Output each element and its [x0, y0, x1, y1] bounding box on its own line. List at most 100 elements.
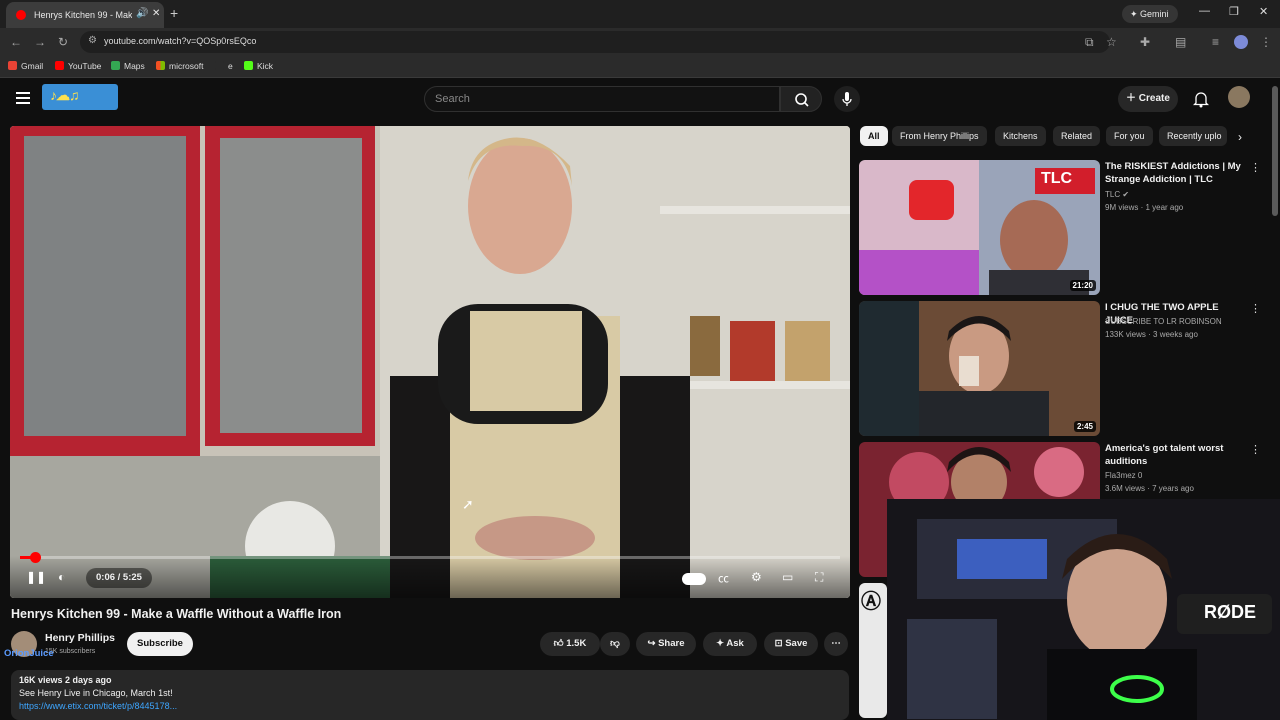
- autoplay-toggle[interactable]: [682, 573, 706, 585]
- bookmark-youtube[interactable]: YouTube: [55, 61, 101, 71]
- related-channel[interactable]: TLC ✔: [1105, 190, 1129, 199]
- create-button[interactable]: ＋ Create: [1118, 86, 1178, 112]
- related-thumbnail[interactable]: TLC 21:20: [859, 160, 1100, 295]
- ask-button[interactable]: ✦ Ask: [703, 632, 757, 656]
- profile-avatar[interactable]: [1234, 35, 1248, 49]
- notifications-bell-icon[interactable]: [1193, 90, 1209, 108]
- mouse-cursor-icon: ➚: [462, 496, 474, 512]
- chip-recently-uploaded[interactable]: Recently uplo: [1159, 126, 1227, 146]
- youtube-doodle-logo[interactable]: ♪☁♫: [42, 84, 118, 110]
- bookmark-e[interactable]: e: [215, 61, 233, 71]
- fullscreen-icon[interactable]: ⛶: [815, 570, 823, 585]
- bookmark-microsoft[interactable]: microsoft: [156, 61, 203, 71]
- theater-mode-icon[interactable]: ▭: [782, 570, 793, 584]
- hamburger-menu-icon[interactable]: [16, 92, 30, 104]
- related-channel[interactable]: SUBSCRIBE TO LR ROBINSON: [1105, 317, 1222, 326]
- browser-tab-strip: Henrys Kitchen 99 - Make a 🔊 ✕ + ✦ Gemin…: [0, 0, 1280, 28]
- microphone-icon: [842, 92, 852, 106]
- kick-icon: [244, 61, 253, 70]
- gemini-button[interactable]: ✦ Gemini: [1122, 5, 1178, 23]
- scrubber-handle[interactable]: [29, 552, 41, 563]
- microphone-brand-text: RØDE: [1204, 602, 1257, 622]
- browser-tab-active[interactable]: Henrys Kitchen 99 - Make a 🔊 ✕: [6, 2, 164, 28]
- tab-close-icon[interactable]: ✕: [152, 8, 160, 19]
- maps-icon: [111, 61, 120, 70]
- description-box[interactable]: 16K views 2 days ago See Henry Live in C…: [11, 670, 849, 720]
- related-thumbnail[interactable]: 2:45: [859, 301, 1100, 436]
- back-icon[interactable]: ←: [10, 35, 22, 49]
- related-menu-icon[interactable]: ⋮: [1250, 302, 1261, 315]
- page-scrollbar[interactable]: [1272, 80, 1278, 720]
- window-close-icon[interactable]: ✕: [1259, 5, 1268, 18]
- voice-search-button[interactable]: [834, 86, 860, 112]
- bookmark-star-icon[interactable]: ☆: [1106, 35, 1117, 49]
- verified-icon: ✔: [1122, 190, 1130, 199]
- views-and-date: 16K views 2 days ago: [19, 675, 112, 685]
- related-title[interactable]: The RISKIEST Addictions | My Strange Add…: [1105, 160, 1245, 186]
- sparkle-icon: ✦: [716, 638, 725, 649]
- subscribe-button[interactable]: Subscribe: [127, 632, 193, 656]
- time-display: 0:06 / 5:25: [86, 568, 152, 588]
- dislike-button[interactable]: 👎︎: [600, 632, 630, 656]
- thumbs-down-icon: 👎︎: [610, 638, 620, 649]
- save-button[interactable]: ⊡ Save: [764, 632, 818, 656]
- settings-gear-icon[interactable]: ⚙: [751, 570, 762, 584]
- chip-all[interactable]: All: [860, 126, 888, 146]
- site-info-icon[interactable]: ⚙: [88, 35, 97, 46]
- bookmark-gmail[interactable]: Gmail: [8, 61, 43, 71]
- video-frame-kitchen: [10, 126, 850, 598]
- progress-bar[interactable]: [20, 552, 840, 563]
- related-channel[interactable]: Fla3mez 0: [1105, 471, 1142, 480]
- new-tab-icon[interactable]: +: [170, 5, 178, 21]
- bookmark-kick[interactable]: Kick: [244, 61, 273, 71]
- video-title: Henrys Kitchen 99 - Make a Waffle Withou…: [11, 607, 342, 621]
- related-menu-icon[interactable]: ⋮: [1250, 161, 1261, 174]
- install-app-icon[interactable]: ⧉: [1085, 35, 1094, 50]
- thumbnail-image: [859, 301, 1100, 436]
- pause-icon[interactable]: ❚❚: [26, 570, 46, 584]
- youtube-header: ♪☁♫ Search ＋ Create: [0, 78, 1280, 120]
- more-actions-icon[interactable]: ⋯: [824, 632, 848, 656]
- reading-list-icon[interactable]: ≡: [1212, 35, 1219, 49]
- duration-badge: 2:45: [1073, 421, 1096, 432]
- account-avatar[interactable]: [1228, 86, 1250, 108]
- minimize-icon[interactable]: —: [1199, 5, 1210, 17]
- address-bar[interactable]: ⚙ youtube.com/watch?v=QOSp0rsEQco: [80, 31, 1110, 53]
- chip-for-you[interactable]: For you: [1106, 126, 1153, 146]
- browser-menu-icon[interactable]: ⋮: [1260, 35, 1272, 49]
- media-icon[interactable]: ▤: [1175, 35, 1186, 49]
- related-thumbnail[interactable]: Ⓐ: [859, 583, 887, 718]
- search-button[interactable]: [780, 86, 822, 112]
- volume-icon[interactable]: ◐: [58, 570, 65, 584]
- share-label: Share: [658, 638, 685, 649]
- browser-nav-bar: ← → ↻ ⚙ youtube.com/watch?v=QOSp0rsEQco …: [0, 28, 1280, 56]
- save-label: Save: [785, 638, 808, 649]
- bookmark-maps[interactable]: Maps: [111, 61, 145, 71]
- speaker-icon[interactable]: 🔊: [136, 8, 148, 19]
- chip-kitchens[interactable]: Kitchens: [995, 126, 1046, 146]
- share-button[interactable]: ↪ Share: [636, 632, 696, 656]
- extensions-icon[interactable]: ✚: [1140, 35, 1150, 49]
- description-link[interactable]: https://www.etix.com/ticket/p/8445178...: [19, 701, 177, 711]
- chips-next-icon[interactable]: ›: [1238, 130, 1242, 144]
- maximize-icon[interactable]: ❐: [1229, 5, 1239, 18]
- stream-overlay-username: OrionJuice: [4, 648, 54, 659]
- thumbs-up-icon: 👍︎: [553, 638, 564, 649]
- search-input[interactable]: Search: [424, 86, 780, 112]
- chip-from-henry-phillips[interactable]: From Henry Phillips: [892, 126, 987, 146]
- video-player[interactable]: ❚❚ ◐ 0:06 / 5:25 ㏄ ⚙ ▭ ⛶ ➚: [10, 126, 850, 598]
- gemini-label: Gemini: [1140, 9, 1169, 19]
- forward-icon[interactable]: →: [34, 35, 46, 49]
- channel-name[interactable]: Henry Phillips: [45, 632, 115, 644]
- related-title[interactable]: America's got talent worst auditions: [1105, 442, 1245, 468]
- scrollbar-thumb[interactable]: [1272, 86, 1278, 216]
- streamer-webcam-overlay: RØDE: [887, 499, 1280, 720]
- captions-icon[interactable]: ㏄: [718, 570, 729, 586]
- related-meta: 9M views · 1 year ago: [1105, 203, 1184, 212]
- thumbnail-logo-text: TLC: [1041, 170, 1073, 187]
- related-menu-icon[interactable]: ⋮: [1250, 443, 1261, 456]
- chip-related[interactable]: Related: [1053, 126, 1101, 146]
- like-count: 1.5K: [566, 638, 587, 649]
- like-button[interactable]: 👍︎ 1.5K: [540, 632, 600, 656]
- reload-icon[interactable]: ↻: [58, 35, 68, 49]
